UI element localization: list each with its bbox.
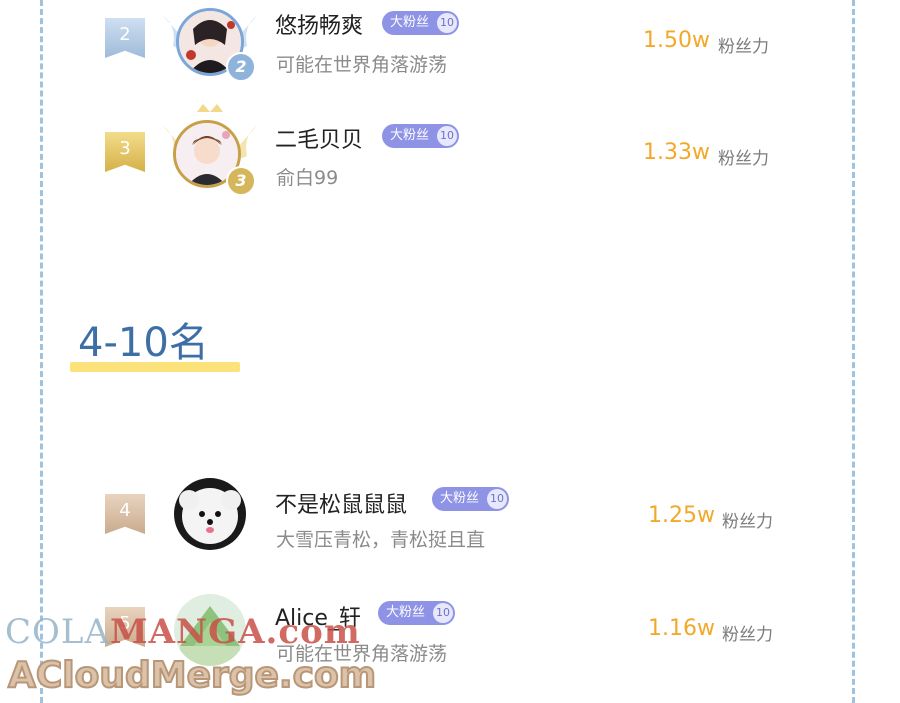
watermark-part-c: .com [265, 612, 361, 652]
fan-power-label: 粉丝力 [722, 625, 773, 645]
fan-level-tag: 大粉丝 10 [432, 487, 510, 511]
watermark-colamanga: COLAMANGA.com [5, 612, 361, 652]
user-name[interactable]: 二毛贝贝 [275, 122, 363, 154]
user-avatar[interactable] [174, 478, 246, 550]
fan-power-score: 1.16w [648, 616, 715, 641]
fan-tag-label: 大粉丝 [390, 15, 430, 30]
user-bio: 俞白99 [276, 167, 339, 189]
watermark-part-a: COLA [5, 612, 111, 652]
rank-badge: 4 [105, 494, 145, 534]
fan-level-number: 10 [437, 126, 458, 146]
section-title: 4-10名 [78, 320, 209, 366]
fan-level-number: 10 [437, 13, 458, 33]
medal-badge: 2 [226, 52, 256, 82]
ranking-row-3[interactable]: 3 3 二毛贝贝 大粉丝 10 俞白99 1.33w 粉丝力 [0, 104, 900, 202]
fan-level-number: 10 [487, 489, 508, 509]
fan-power-label: 粉丝力 [718, 37, 769, 57]
fan-level-tag: 大粉丝 10 [382, 124, 460, 148]
watermark-part-b: MANGA [110, 612, 266, 652]
fan-power-label: 粉丝力 [718, 149, 769, 169]
user-bio: 可能在世界角落游荡 [276, 54, 448, 76]
user-name[interactable]: 悠扬畅爽 [275, 8, 363, 40]
fan-power-score: 1.25w [648, 503, 715, 528]
fan-tag-label: 大粉丝 [390, 128, 430, 143]
fan-power-label: 粉丝力 [722, 512, 773, 532]
fan-level-tag: 大粉丝 10 [382, 11, 460, 35]
medal-badge: 3 [226, 166, 256, 196]
user-name[interactable]: 不是松鼠鼠鼠 [275, 487, 407, 519]
watermark-acloudmerge: ACloudMerge.com [7, 654, 377, 697]
fan-tag-label: 大粉丝 [440, 491, 480, 506]
rank-badge: 2 [105, 18, 145, 58]
fan-power-score: 1.33w [643, 140, 710, 165]
user-bio: 大雪压青松，青松挺且直 [276, 529, 486, 551]
fan-level-tag: 大粉丝 10 [378, 601, 456, 625]
fan-tag-label: 大粉丝 [386, 605, 426, 620]
fan-power-score: 1.50w [643, 28, 710, 53]
ranking-row-2[interactable]: 2 2 悠扬畅爽 大粉丝 10 可能在世界角落游荡 1.50w 粉丝力 [0, 0, 900, 90]
rank-badge: 3 [105, 132, 145, 172]
ranking-row-4[interactable]: 4 不是松鼠鼠鼠 大粉丝 10 大雪压青松，青松挺且直 1.25w 粉丝力 [0, 478, 900, 568]
fan-level-number: 10 [433, 603, 454, 623]
